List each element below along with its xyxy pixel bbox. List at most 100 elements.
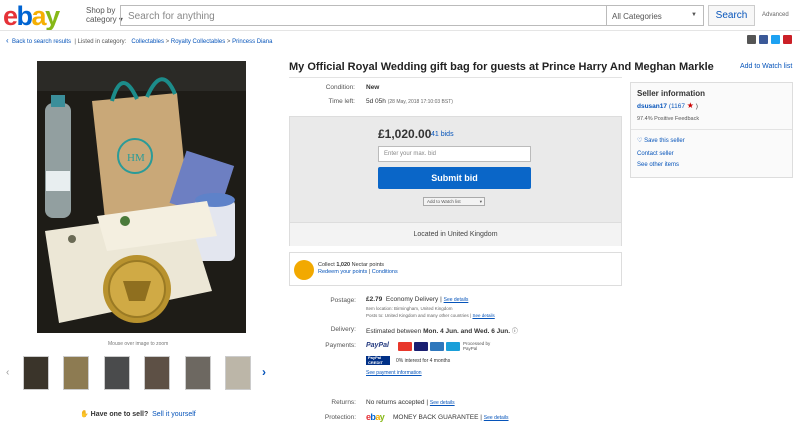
thumbnail-2[interactable] [63, 356, 89, 390]
breadcrumb: ‹ Back to search results | Listed in cat… [6, 36, 273, 45]
posts-to-detail: Posts to: United Kingdom and many other … [366, 313, 495, 318]
money-back-guarantee: MONEY BACK GUARANTEE [393, 414, 479, 421]
shop-by-label: Shop by [86, 6, 116, 15]
positive-feedback: 97.4% Positive Feedback [637, 116, 700, 122]
facebook-share-icon[interactable] [759, 35, 768, 44]
info-icon[interactable]: ⓘ [512, 329, 518, 335]
twitter-share-icon[interactable] [771, 35, 780, 44]
search-input[interactable]: Search for anything [120, 5, 607, 26]
postage-line: £2.79 Economy Delivery | See details [366, 296, 469, 303]
seller-name-link[interactable]: dsusan17 [637, 103, 667, 110]
nectar-logo-icon [294, 260, 314, 280]
sell-one-prompt: ✋ Have one to sell? Sell it yourself [80, 410, 196, 418]
thumbnail-strip: ‹ › [6, 352, 274, 395]
amex-icon [430, 342, 444, 351]
title-divider [289, 77, 622, 78]
star-icon: ★ [686, 101, 694, 110]
breadcrumb-item-diana[interactable]: Princess Diana [232, 39, 272, 45]
seller-name-line: dsusan17 (1167 ★ ) [637, 101, 698, 110]
thumbnail-4[interactable] [144, 356, 170, 390]
chevron-left-icon[interactable]: ‹ [6, 367, 9, 378]
postage-type: Economy Delivery [385, 296, 439, 303]
delivery-text: Estimated between [366, 328, 422, 335]
back-to-results-link[interactable]: Back to search results [12, 39, 71, 45]
posts-to-see-details-link[interactable]: See details [472, 313, 494, 318]
nectar-points-panel: Collect 1,020 Nectar points Redeem your … [289, 252, 622, 286]
time-left-value: 5d 05h [366, 98, 386, 105]
category-select[interactable]: All Categories ▼ [606, 5, 704, 26]
chevron-down-icon: ▼ [691, 12, 697, 18]
posts-to-text: Posts to: United Kingdom and many other … [366, 313, 469, 318]
visa-icon [414, 342, 428, 351]
sell-it-yourself-link[interactable]: Sell it yourself [152, 411, 196, 418]
seller-hand-icon: ✋ [80, 411, 89, 418]
paypal-logo: PayPal [366, 342, 389, 349]
add-to-watch-list-button[interactable]: Add to Watch list ▾ [423, 197, 485, 206]
nectar-conditions-link[interactable]: Conditions [372, 269, 398, 275]
postage-see-details-link[interactable]: See details [444, 297, 469, 303]
mastercard-icon [398, 342, 412, 351]
listed-in-label: Listed in category: [77, 39, 127, 45]
paypal-credit-text: 0% interest for 4 months [396, 358, 451, 364]
nectar-collect-label: Collect [318, 262, 335, 268]
delivery-label: Delivery: [330, 326, 356, 333]
time-left: 5d 05h (28 May, 2018 17:10:03 BST) [366, 98, 453, 105]
see-payment-information-link[interactable]: See payment information [366, 370, 422, 376]
condition-value: New [366, 84, 380, 91]
main-product-image[interactable]: HM [37, 61, 246, 333]
item-location-detail: Item location: Birmingham, United Kingdo… [366, 306, 453, 311]
returns-see-details-link[interactable]: See details [430, 400, 455, 406]
chevron-left-icon[interactable]: ‹ [6, 36, 9, 45]
postage-label: Postage: [330, 297, 356, 304]
protection-see-details-link[interactable]: See details [484, 415, 509, 421]
seller-info-heading: Seller information [637, 89, 706, 98]
nectar-points-value: 1,020 [336, 262, 351, 268]
save-seller-link[interactable]: ♡ Save this seller [637, 137, 685, 144]
save-seller-label: Save this seller [644, 138, 685, 144]
pinterest-share-icon[interactable] [783, 35, 792, 44]
breadcrumb-item-royalty[interactable]: Royalty Collectables [171, 39, 225, 45]
contact-seller-link[interactable]: Contact seller [637, 151, 674, 157]
ebay-logo[interactable]: ebay [3, 2, 60, 30]
delivery-line: Estimated between Mon. 4 Jun. and Wed. 6… [366, 326, 518, 335]
add-watch-label: Add to Watch list [427, 199, 461, 204]
nectar-redeem-link[interactable]: Redeem your points [318, 269, 367, 275]
search-button[interactable]: Search [708, 5, 755, 26]
svg-text:HM: HM [127, 152, 145, 164]
seller-info-panel: Seller information dsusan17 (1167 ★ ) 97… [630, 82, 793, 178]
seller-divider [631, 129, 792, 130]
zoom-hint: Mouse over image to zoom [108, 341, 169, 347]
max-bid-input[interactable]: Enter your max. bid [378, 146, 531, 162]
nectar-text: Nectar points [351, 262, 385, 268]
add-to-watch-list-link[interactable]: Add to Watch list [740, 63, 792, 70]
paypal-credit-logo: PayPal CREDIT [366, 355, 390, 365]
protection-label: Protection: [324, 414, 356, 421]
time-left-label: Time left: [328, 98, 356, 105]
seller-feedback-score[interactable]: (1167 [669, 103, 685, 110]
category-select-value: All Categories [612, 12, 662, 21]
gift-bag-photo: HM [37, 61, 246, 333]
maestro-icon [446, 342, 460, 351]
protection-line: MONEY BACK GUARANTEE | See details [393, 414, 509, 421]
shop-by-category[interactable]: Shop by category ▾ [86, 6, 123, 24]
processed-by-paypal: Processed by PayPal [463, 341, 491, 351]
returns-value: No returns accepted [366, 399, 425, 406]
header-divider [0, 30, 800, 31]
breadcrumb-item-collectables[interactable]: Collectables [131, 39, 164, 45]
bid-count-link[interactable]: 41 bids [431, 131, 454, 138]
advanced-search-link[interactable]: Advanced [762, 12, 789, 18]
category-label: category [86, 15, 117, 24]
chevron-right-icon[interactable]: › [262, 365, 266, 379]
thumbnail-6[interactable] [225, 356, 251, 390]
have-one-label: Have one to sell? [90, 411, 149, 418]
thumbnail-1[interactable] [23, 356, 49, 390]
listing-title: My Official Royal Wedding gift bag for g… [289, 61, 714, 73]
thumbnail-3[interactable] [104, 356, 130, 390]
email-share-icon[interactable] [747, 35, 756, 44]
submit-bid-button[interactable]: Submit bid [378, 167, 531, 189]
see-other-items-link[interactable]: See other items [637, 162, 679, 168]
end-time: (28 May, 2018 17:10:03 BST) [387, 99, 453, 105]
condition-label: Condition: [325, 84, 355, 91]
thumbnail-5[interactable] [185, 356, 211, 390]
chevron-down-icon: ▾ [479, 199, 482, 204]
